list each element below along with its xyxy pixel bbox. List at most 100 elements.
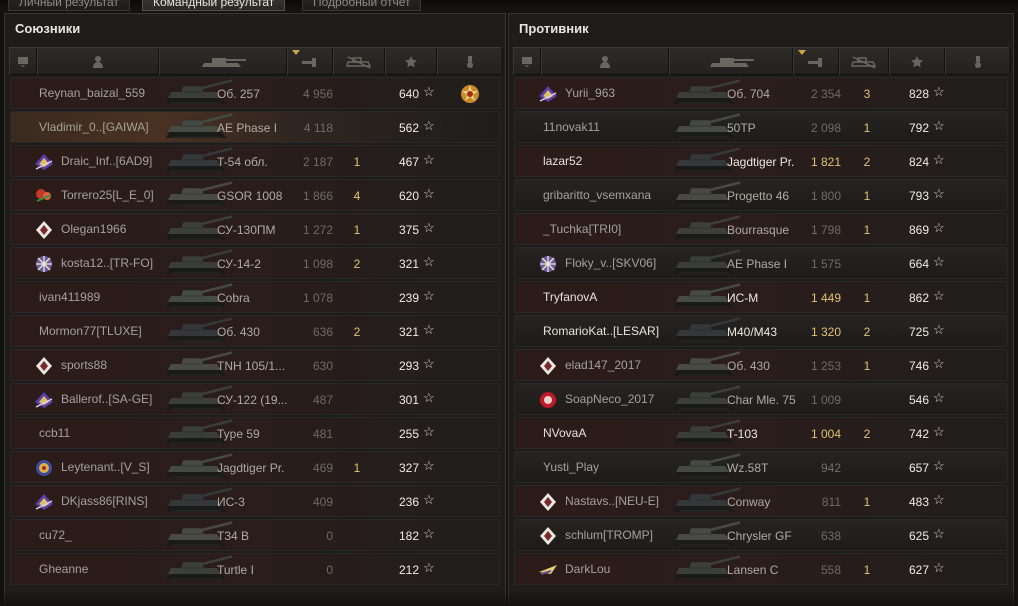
xp-value: 483 [908, 495, 929, 509]
damage-column-header[interactable] [287, 48, 333, 75]
vehicle-name: Type 59 [217, 427, 260, 441]
kills-value: 1 [863, 291, 871, 305]
damage-column-header[interactable] [793, 48, 839, 75]
player-row[interactable]: lazar52 Jagdtiger Pr. 1 821 2 824 ☆ [514, 145, 1008, 177]
kills-value: 1 [863, 495, 871, 509]
player-row[interactable]: Torrero25[L_E_0] GSOR 1008 1 866 4 620 ☆ [10, 179, 500, 211]
emblem-round-icon [33, 458, 55, 478]
damage-value: 638 [820, 529, 841, 543]
damage-value: 1 253 [810, 359, 841, 373]
xp-star-icon: ☆ [423, 220, 435, 235]
player-row[interactable]: 11novak11 50TP 2 098 1 792 ☆ [514, 111, 1008, 143]
player-row[interactable]: SoapNeco_2017 Char Mle. 75 1 009 546 ☆ [514, 383, 1008, 415]
damage-value: 1 009 [810, 393, 841, 407]
damage-value: 636 [312, 325, 333, 339]
kills-value: 1 [353, 155, 361, 169]
xp-star-icon: ☆ [423, 118, 435, 133]
kills-column-header[interactable] [333, 48, 385, 75]
kills-column-header[interactable] [839, 48, 889, 75]
player-row[interactable]: ccb11 Type 59 481 255 ☆ [10, 417, 500, 449]
vehicle-name: Lansen C [727, 563, 779, 577]
player-name: TryfanovA [543, 290, 598, 304]
tab-team[interactable]: Командный результат [142, 0, 286, 11]
medal-column-header[interactable] [945, 48, 1011, 75]
player-column-header[interactable] [37, 48, 159, 75]
vehicle-name: Об. 257 [217, 87, 260, 101]
damage-value: 4 956 [302, 87, 333, 101]
player-row[interactable]: Olegan1966 СУ-130ПМ 1 272 1 375 ☆ [10, 213, 500, 245]
player-row[interactable]: kosta12..[TR-FO] СУ-14-2 1 098 2 321 ☆ [10, 247, 500, 279]
damage-icon [302, 57, 316, 67]
vehicle-column-header[interactable] [669, 48, 793, 75]
xp-value: 625 [908, 529, 929, 543]
player-row[interactable]: Floky_v..[SKV06] AE Phase I 1 575 664 ☆ [514, 247, 1008, 279]
player-row[interactable]: DKjass86[RINS] ИС-3 409 236 ☆ [10, 485, 500, 517]
xp-star-icon: ☆ [423, 254, 435, 269]
kills-value: 2 [863, 427, 871, 441]
player-row[interactable]: Gheanne Turtle I 0 212 ☆ [10, 553, 500, 585]
sort-indicator-icon [798, 50, 806, 55]
sort-indicator-icon [292, 50, 300, 55]
player-name: elad147_2017 [565, 358, 642, 372]
vehicle-column-header[interactable] [159, 48, 287, 75]
vehicle-name: Char Mle. 75 [727, 393, 796, 407]
damage-value: 630 [312, 359, 333, 373]
xp-column-header[interactable] [385, 48, 437, 75]
vehicle-name: TNH 105/1... [217, 359, 286, 373]
player-row[interactable]: Draic_Inf..[6AD9] T-54 обл. 2 187 1 467 ☆ [10, 145, 500, 177]
medal-column-header[interactable] [437, 48, 503, 75]
vehicle-name: СУ-122 (19... [217, 393, 288, 407]
player-name: gribaritto_vsemxana [543, 188, 652, 202]
player-row[interactable]: elad147_2017 Об. 430 1 253 1 746 ☆ [514, 349, 1008, 381]
xp-value: 212 [398, 563, 419, 577]
player-row[interactable]: ivan411989 Cobra 1 078 239 ☆ [10, 281, 500, 313]
xp-star-icon: ☆ [933, 84, 945, 99]
player-row[interactable]: Mormon77[TLUXE] Об. 430 636 2 321 ☆ [10, 315, 500, 347]
xp-column-header[interactable] [889, 48, 945, 75]
xp-star-icon: ☆ [423, 526, 435, 541]
xp-value: 546 [908, 393, 929, 407]
emblem-snowflake-icon [537, 254, 559, 274]
player-row[interactable]: Yurii_963 Об. 704 2 354 3 828 ☆ [514, 77, 1008, 109]
vehicle-name: ИС-3 [217, 495, 245, 509]
damage-value: 2 187 [302, 155, 333, 169]
player-row[interactable]: RomarioKat..[LESAR] M40/M43 1 320 2 725 ☆ [514, 315, 1008, 347]
vehicle-name: M40/M43 [727, 325, 778, 339]
player-row[interactable]: Nastavs..[NEU-E] Conway 811 1 483 ☆ [514, 485, 1008, 517]
player-row[interactable]: schlum[TROMP] Chrysler GF 638 625 ☆ [514, 519, 1008, 551]
allies-panel: Союзники Reynan_baizal_559 Об. 257 4 956 64… [4, 13, 506, 606]
player-row[interactable]: gribaritto_vsemxana Progetto 46 1 800 1 793 ☆ [514, 179, 1008, 211]
player-row[interactable]: _Tuchka[TRI0] Bourrasque 1 798 1 869 ☆ [514, 213, 1008, 245]
order-medal-icon[interactable] [459, 83, 481, 105]
squad-column-header[interactable] [513, 48, 541, 75]
damage-value: 558 [820, 563, 841, 577]
kills-value: 2 [353, 325, 361, 339]
xp-star-icon: ☆ [423, 560, 435, 575]
player-row[interactable]: cu72_ T34 B 0 182 ☆ [10, 519, 500, 551]
vehicle-name: AE Phase I [217, 121, 278, 135]
squad-column-header[interactable] [9, 48, 37, 75]
kills-value: 1 [863, 189, 871, 203]
emblem-flower-icon [33, 186, 55, 206]
player-column-header[interactable] [541, 48, 669, 75]
player-row[interactable]: Vladimir_0..[GAIWA] AE Phase I 4 118 562 ☆ [10, 111, 500, 143]
player-row[interactable]: Ballerof..[SA-GE] СУ-122 (19... 487 301 ☆ [10, 383, 500, 415]
emblem-snowflake-icon [33, 254, 55, 274]
tab-detailed[interactable]: Подробный отчет [302, 0, 422, 11]
player-row[interactable]: Reynan_baizal_559 Об. 257 4 956 640 ☆ [10, 77, 500, 109]
tab-personal[interactable]: Личный результат [8, 0, 130, 11]
player-row[interactable]: TryfanovA ИС-М 1 449 1 862 ☆ [514, 281, 1008, 313]
player-name: RomarioKat..[LESAR] [543, 324, 660, 338]
player-row[interactable]: NVovaA T-103 1 004 2 742 ☆ [514, 417, 1008, 449]
damage-value: 0 [326, 529, 333, 543]
vehicle-name: Wz.58T [727, 461, 769, 475]
player-row[interactable]: DarkLou Lansen C 558 1 627 ☆ [514, 553, 1008, 585]
kills-value: 1 [353, 461, 361, 475]
player-name: 11novak11 [543, 120, 600, 134]
kills-value: 2 [863, 325, 871, 339]
player-row[interactable]: Yusti_Play Wz.58T 942 657 ☆ [514, 451, 1008, 483]
xp-star-icon: ☆ [423, 152, 435, 167]
player-row[interactable]: sports88 TNH 105/1... 630 293 ☆ [10, 349, 500, 381]
xp-value: 824 [908, 155, 929, 169]
player-row[interactable]: Leytenant..[V_S] Jagdtiger Pr. 469 1 327 ☆ [10, 451, 500, 483]
